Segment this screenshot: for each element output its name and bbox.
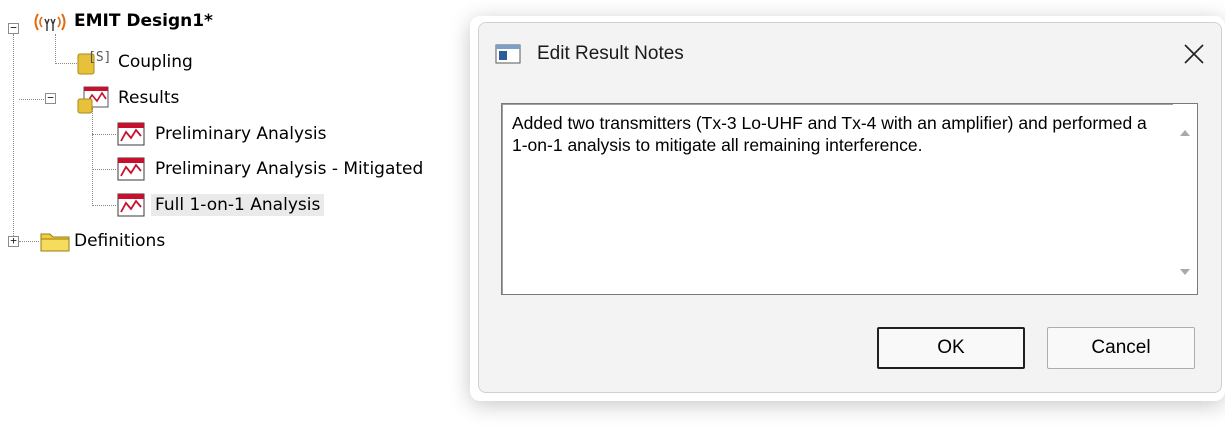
results-node-label[interactable]: Results bbox=[118, 87, 179, 109]
project-tree: − EMIT Design1* [S] Coupling − Results P… bbox=[0, 0, 470, 426]
close-icon bbox=[1184, 44, 1204, 64]
tree-connector bbox=[19, 241, 39, 242]
notes-textarea[interactable]: Added two transmitters (Tx-3 Lo-UHF and … bbox=[501, 103, 1198, 295]
dialog-title: Edit Result Notes bbox=[537, 43, 684, 64]
result-chart-icon bbox=[117, 122, 145, 150]
tree-connector bbox=[13, 34, 14, 244]
result-item-label-selected[interactable]: Full 1-on-1 Analysis bbox=[151, 194, 325, 216]
coupling-node-label[interactable]: Coupling bbox=[118, 51, 193, 73]
tree-connector bbox=[92, 205, 116, 206]
definitions-expand-toggle[interactable]: + bbox=[8, 235, 19, 247]
result-item-label[interactable]: Preliminary Analysis bbox=[155, 123, 326, 145]
notes-scrollbar[interactable] bbox=[1173, 104, 1197, 294]
edit-result-notes-dialog: Edit Result Notes Added two transmitters… bbox=[478, 22, 1222, 393]
scroll-up-arrow-icon[interactable] bbox=[1179, 122, 1191, 141]
definitions-node-label[interactable]: Definitions bbox=[74, 230, 165, 252]
result-chart-icon bbox=[117, 157, 145, 185]
results-folder-icon bbox=[76, 83, 110, 119]
notes-text[interactable]: Added two transmitters (Tx-3 Lo-UHF and … bbox=[512, 112, 1152, 156]
tree-connector bbox=[92, 134, 116, 135]
coupling-s-parameter-icon: [S] bbox=[76, 44, 111, 80]
scroll-down-arrow-icon[interactable] bbox=[1179, 261, 1191, 280]
result-chart-icon bbox=[117, 193, 145, 221]
dialog-titlebar[interactable]: Edit Result Notes bbox=[479, 23, 1221, 87]
emit-antenna-icon bbox=[32, 10, 68, 40]
close-button[interactable] bbox=[1167, 23, 1221, 87]
root-node-label[interactable]: EMIT Design1* bbox=[74, 10, 213, 32]
tree-connector bbox=[92, 108, 93, 206]
svg-text:[S]: [S] bbox=[88, 50, 110, 65]
tree-connector bbox=[19, 99, 44, 100]
folder-icon bbox=[40, 230, 70, 256]
result-item-label[interactable]: Preliminary Analysis - Mitigated bbox=[155, 158, 423, 180]
root-collapse-toggle[interactable]: − bbox=[8, 22, 19, 34]
tree-connector bbox=[55, 63, 77, 64]
results-collapse-toggle[interactable]: − bbox=[45, 92, 56, 104]
window-app-icon bbox=[495, 43, 521, 69]
cancel-button[interactable]: Cancel bbox=[1047, 327, 1195, 369]
tree-connector bbox=[92, 169, 116, 170]
ok-button[interactable]: OK bbox=[877, 327, 1025, 369]
